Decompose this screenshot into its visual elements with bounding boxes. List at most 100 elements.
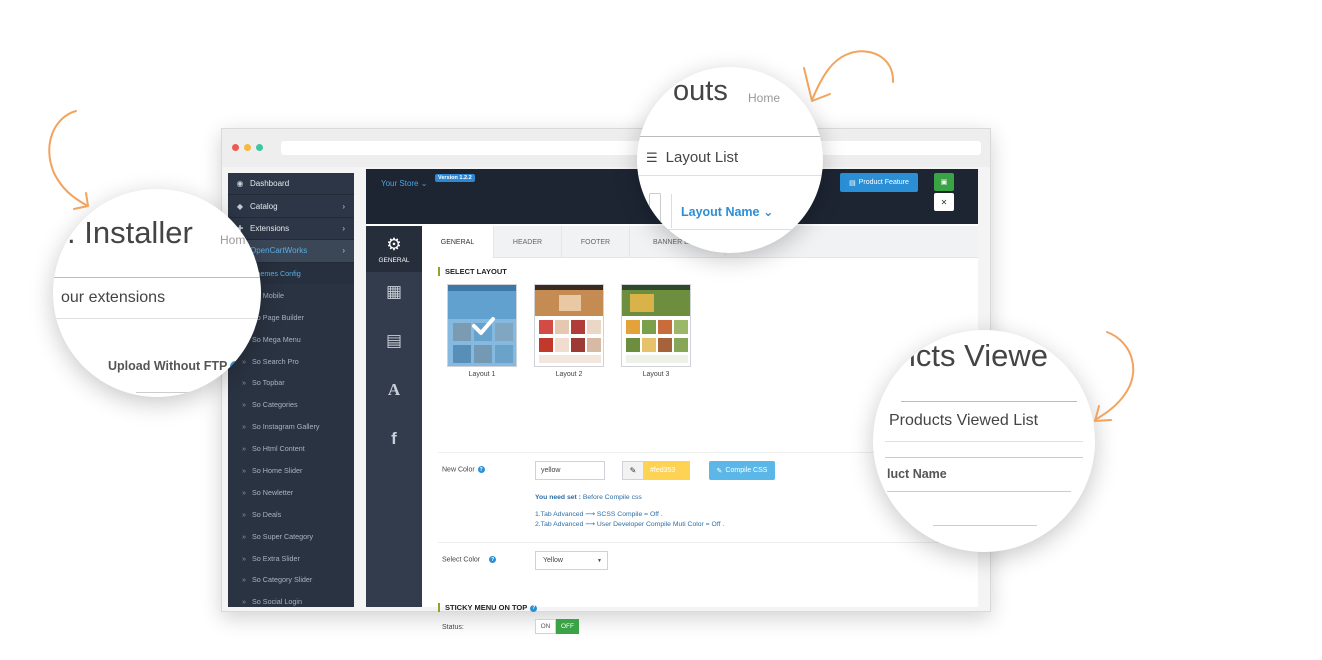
help-icon[interactable]: ?: [477, 466, 485, 473]
sidebar-subitem[interactable]: » So Newletter: [228, 481, 354, 503]
sidebar-subitem-label: So Extra Slider: [252, 553, 300, 563]
product-feature-button[interactable]: ▤ Product Feature: [840, 173, 918, 192]
rail-layout[interactable]: ▦: [366, 282, 422, 302]
document-icon: ▤: [849, 179, 856, 187]
divider: [438, 542, 968, 543]
close-window-dot[interactable]: [232, 144, 239, 151]
sidebar-item-dashboard[interactable]: ◉ Dashboard: [228, 173, 354, 196]
layout-1-preview: [448, 285, 516, 366]
raquo-icon: »: [242, 444, 246, 454]
toggle-off[interactable]: OFF: [556, 619, 579, 634]
address-bar[interactable]: [281, 141, 981, 155]
magnifier-installer: . Installer Hom our extensions Upload Wi…: [53, 189, 261, 397]
rail-fonts[interactable]: A: [366, 380, 422, 400]
version-badge: Version 1.2.2: [435, 174, 475, 182]
toggle-on[interactable]: ON: [535, 619, 556, 634]
status-label: Status:: [442, 624, 464, 631]
sidebar-subitem[interactable]: » So Topbar: [228, 372, 354, 394]
layout-option[interactable]: Layout 3: [621, 284, 691, 378]
sidebar-subitem[interactable]: » So Home Slider: [228, 460, 354, 482]
layout-name: Layout 3: [642, 371, 670, 378]
store-link[interactable]: Your Store ⌄: [381, 179, 427, 188]
sidebar-item-extensions[interactable]: ✚ Extensions ›: [228, 218, 354, 241]
sidebar-subitem[interactable]: » So Instagram Gallery: [228, 416, 354, 438]
arrow-to-installer: [48, 110, 89, 210]
sidebar-subitem-label: So Topbar: [252, 378, 285, 388]
help-icon[interactable]: ?: [230, 361, 242, 373]
sidebar-subitem-label: So Category Slider: [252, 575, 313, 585]
rail-general[interactable]: ⚙ GENERAL: [366, 226, 422, 272]
product-feature-label: Product Feature: [858, 179, 909, 186]
divider: [671, 194, 672, 228]
layout-option[interactable]: Layout 2: [534, 284, 604, 378]
maximize-window-dot[interactable]: [256, 144, 263, 151]
tab-header[interactable]: HEADER: [494, 226, 562, 258]
select-color-label: Select Color?: [442, 556, 497, 564]
new-color-input[interactable]: yellow: [535, 461, 605, 480]
sidebar-item-label: Catalog: [250, 201, 278, 211]
new-color-label: New Color?: [442, 466, 485, 473]
raquo-icon: »: [242, 597, 246, 607]
color-picker-button[interactable]: ✎: [622, 461, 644, 480]
browser-window: ◉ Dashboard ◆ Catalog › ✚ Extensions › ■…: [221, 128, 991, 634]
save-button[interactable]: ▣: [934, 173, 954, 191]
layout-name: Layout 1: [468, 371, 496, 378]
tab-general[interactable]: GENERAL: [422, 226, 494, 259]
layout-name-column-header[interactable]: Layout Name ⌄: [681, 204, 773, 219]
compile-note-bold: You need set :: [535, 494, 581, 501]
select-all-checkbox[interactable]: [649, 193, 661, 227]
sidebar-subitem-label: So Home Slider: [252, 466, 303, 476]
dashboard-icon: ◉: [236, 179, 244, 189]
sidebar-subitem[interactable]: » So Super Category: [228, 525, 354, 547]
sticky-menu-title: STICKY MENU ON TOP?: [438, 603, 538, 612]
sidebar-subitem[interactable]: » So Extra Slider: [228, 547, 354, 569]
rail-general-label: GENERAL: [378, 256, 410, 264]
product-name-column-header[interactable]: luct Name: [887, 467, 947, 481]
raquo-icon: »: [242, 509, 246, 519]
sidebar-subitem-label: So Html Content: [252, 444, 305, 454]
sidebar-subitem[interactable]: » So Category Slider: [228, 569, 354, 591]
list-icon: ☰: [646, 150, 658, 165]
close-button[interactable]: ✕: [934, 193, 954, 211]
layout-3-preview: [622, 285, 690, 366]
gear-icon: ⚙: [386, 234, 402, 254]
settings-icon-rail: ⚙ GENERAL ▦ ▤ A f: [366, 226, 422, 607]
layout-option[interactable]: Layout 1: [447, 284, 517, 378]
tag-icon: ◆: [236, 201, 244, 211]
compile-note-heading: You need set : Before Compile css: [535, 494, 642, 501]
sticky-menu-toggle[interactable]: ON OFF: [535, 619, 579, 634]
products-viewed-list-title: Products Viewed List: [889, 412, 1039, 429]
installer-panel-title: our extensions: [61, 289, 166, 306]
sidebar-subitem[interactable]: » So Search Pro: [228, 350, 354, 372]
sidebar-item-catalog[interactable]: ◆ Catalog ›: [228, 195, 354, 218]
compile-css-button[interactable]: ✎ Compile CSS: [709, 461, 775, 480]
divider: [901, 401, 1077, 402]
layout-list-title: ☰ Layout List: [646, 149, 738, 166]
installer-breadcrumb[interactable]: Hom: [220, 233, 245, 247]
layouts-breadcrumb[interactable]: Home: [748, 91, 780, 105]
sidebar-subitem[interactable]: » So Deals: [228, 503, 354, 525]
tab-footer[interactable]: FOOTER: [562, 226, 630, 258]
sidebar-subitem-label: So Social Login: [252, 597, 302, 607]
sidebar-subitem[interactable]: » So Social Login: [228, 591, 354, 607]
raquo-icon: »: [242, 422, 246, 432]
sidebar-subitem-label: So Super Category: [252, 531, 314, 541]
divider: [637, 175, 823, 176]
divider: [53, 277, 261, 278]
arrow-to-products-viewed: [1094, 331, 1135, 422]
help-icon[interactable]: ?: [489, 556, 497, 563]
help-icon[interactable]: ?: [530, 604, 538, 612]
select-layout-title: SELECT LAYOUT: [438, 267, 507, 276]
products-viewed-page-title: icts Viewe: [909, 338, 1048, 373]
compile-note-line: 1.Tab Advanced ⟶ SCSS Compile = Off .: [535, 511, 663, 518]
rail-pages[interactable]: ▤: [366, 331, 422, 351]
select-color-dropdown[interactable]: Yellow ▼: [535, 551, 608, 570]
select-color-label-text: Select Color: [442, 556, 481, 564]
color-swatch[interactable]: #fed353: [644, 461, 690, 480]
sidebar-subitem[interactable]: » So Categories: [228, 394, 354, 416]
sidebar-subitem-label: So Deals: [252, 509, 282, 519]
sidebar-subitem-label: So Mega Menu: [252, 334, 301, 344]
minimize-window-dot[interactable]: [244, 144, 251, 151]
sidebar-subitem[interactable]: » So Html Content: [228, 438, 354, 460]
rail-social[interactable]: f: [366, 429, 422, 449]
